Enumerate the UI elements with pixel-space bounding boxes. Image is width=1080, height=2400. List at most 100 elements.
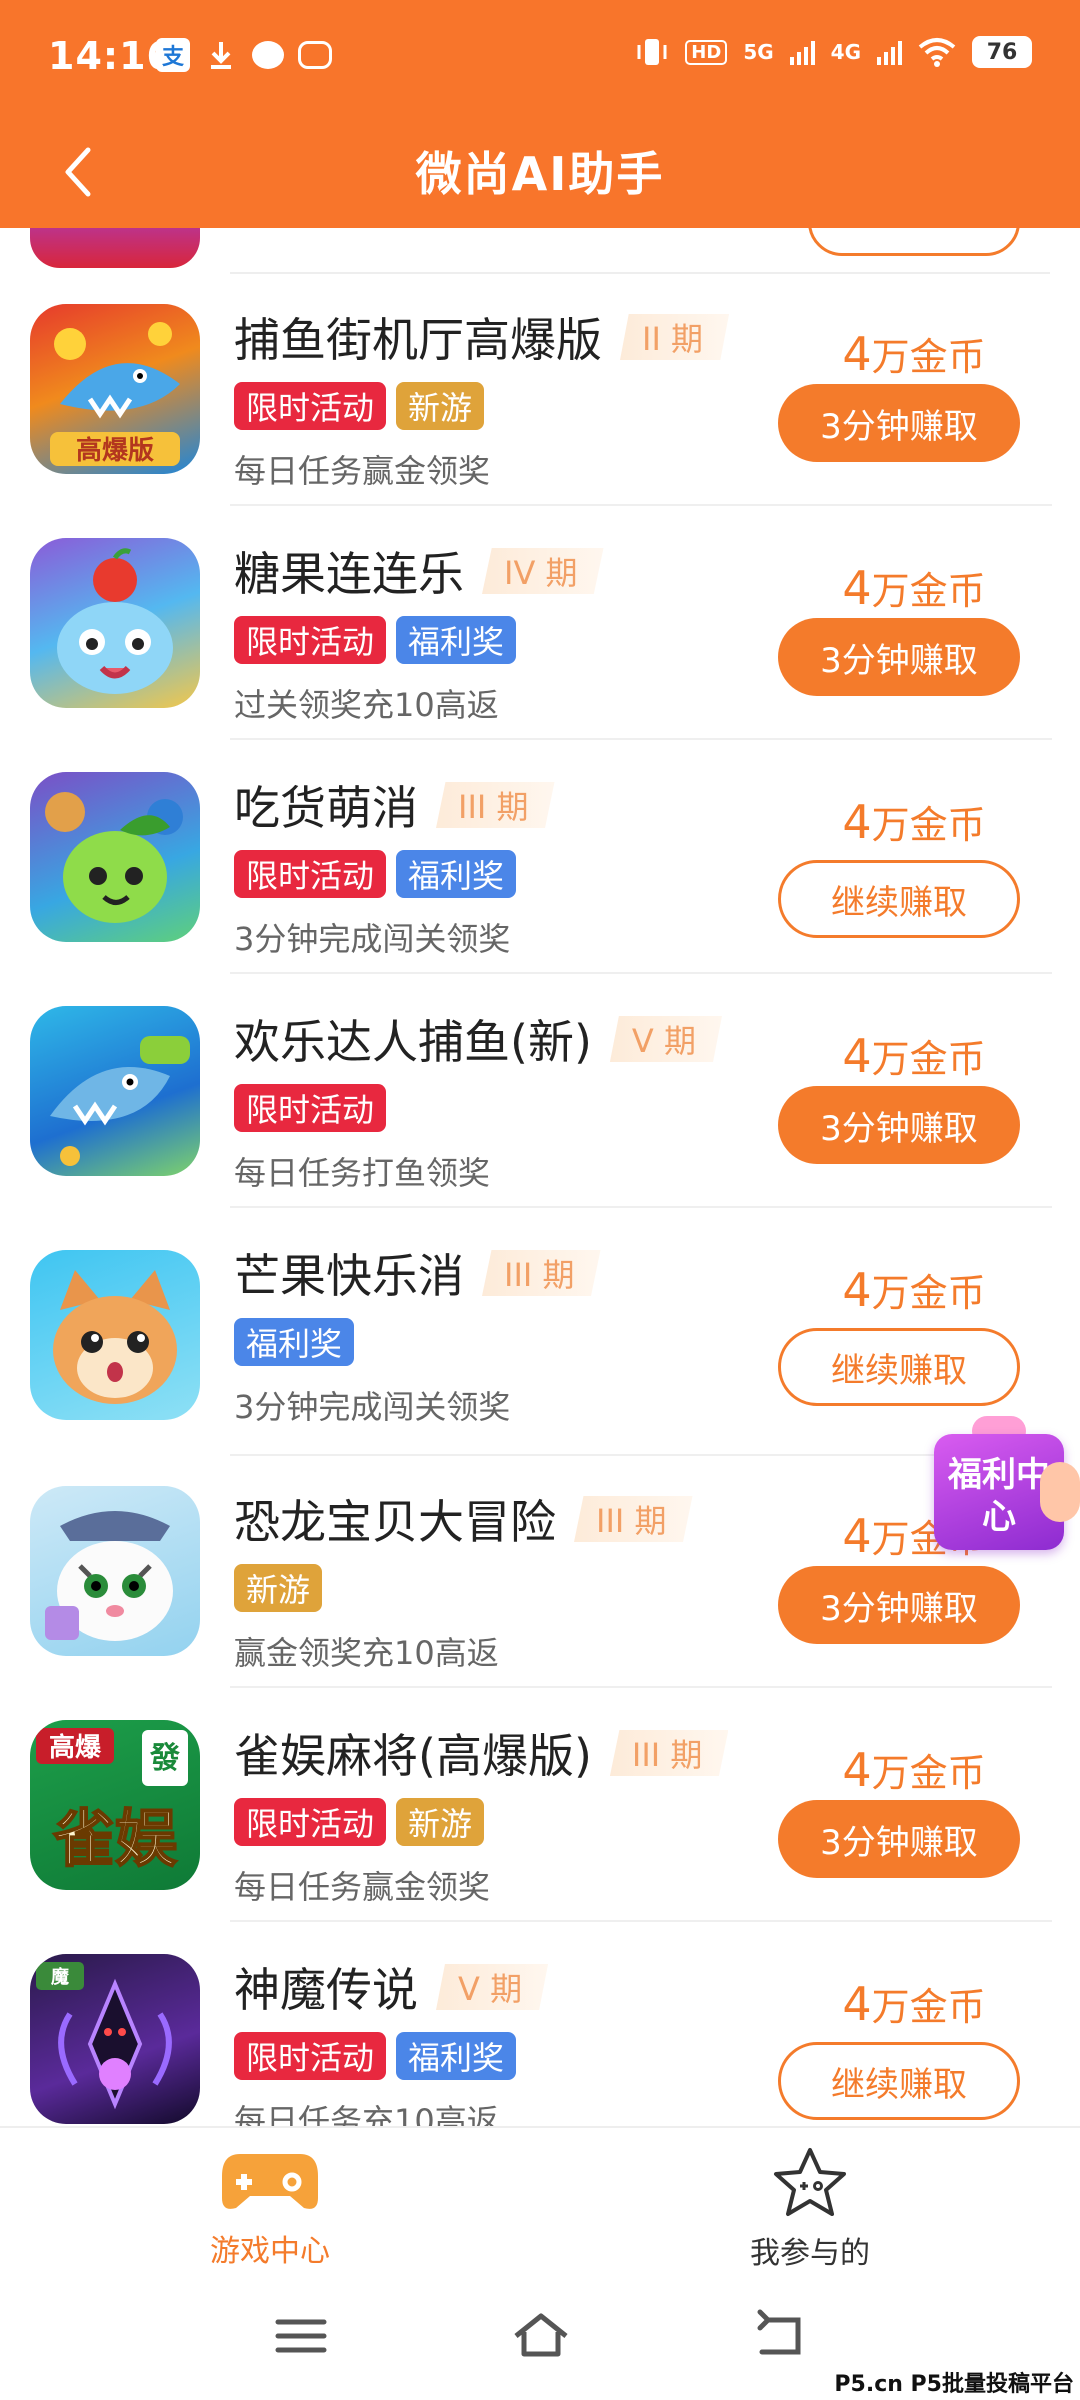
game-desc: 每日任务赢金领奖 — [234, 1868, 491, 1906]
cat-app-icon — [298, 41, 332, 69]
tag-welfare: 福利奖 — [234, 1318, 355, 1366]
tag-row: 限时活动 新游 — [234, 1798, 485, 1846]
fish-logo-text: 高爆版 — [76, 435, 154, 466]
earn-button[interactable]: 3分钟赚取 — [778, 618, 1020, 696]
divider — [230, 1206, 1052, 1208]
continue-earn-button[interactable]: 继续赚取 — [778, 2042, 1020, 2120]
partial-game-icon — [30, 228, 200, 268]
earn-button[interactable]: 3分钟赚取 — [778, 384, 1020, 462]
fishing-arcade-game-icon[interactable]: 高爆版 — [30, 304, 200, 474]
coin-reward: 4万金币 — [808, 1262, 1020, 1317]
signal-icon — [789, 39, 815, 65]
network-5g: 5G — [743, 40, 774, 64]
reward-number: 4 — [842, 327, 872, 381]
welfare-center-float-button[interactable]: 福利中心 — [928, 1414, 1080, 1554]
candy-cat-icon — [57, 548, 173, 694]
game-desc: 每日任务赢金领奖 — [234, 452, 491, 490]
game-item[interactable]: 高爆 發 雀娱 雀娱麻将(高爆版) III 期 限时活动 新游 每日任务赢金领奖… — [0, 1690, 1080, 1922]
divider — [230, 1686, 1052, 1688]
period-badge: III 期 — [482, 1250, 601, 1296]
game-title-row: 糖果连连乐 IV 期 — [234, 538, 604, 604]
tab-label: 游戏中心 — [210, 2234, 330, 2269]
demon-badge-text: 魔 — [51, 1966, 69, 1988]
game-desc: 每日任务充10高返 — [234, 2102, 499, 2126]
tab-game-center[interactable]: 游戏中心 — [140, 2146, 400, 2270]
mahjong-game-icon[interactable]: 高爆 發 雀娱 — [30, 1720, 200, 1890]
reward-unit: 万金币 — [871, 335, 986, 379]
tag-new: 新游 — [396, 382, 485, 430]
game-title-row: 神魔传说 V 期 — [234, 1954, 549, 2020]
divider — [230, 738, 1052, 740]
foodie-match-game-icon[interactable] — [30, 772, 200, 942]
tag-welfare: 福利奖 — [396, 850, 517, 898]
reward-number: 4 — [842, 1743, 872, 1797]
earn-button[interactable]: 3分钟赚取 — [778, 1566, 1020, 1644]
shark-icon: 高爆版 — [50, 322, 180, 466]
reward-unit: 万金币 — [871, 1037, 986, 1081]
reward-unit: 万金币 — [871, 1985, 986, 2029]
tag-row: 限时活动 — [234, 1084, 387, 1132]
coin-reward: 4万金币 — [808, 1028, 1020, 1083]
earn-button[interactable]: 3分钟赚取 — [778, 1800, 1020, 1878]
game-list[interactable]: 高爆版 捕鱼街机厅高爆版 II 期 限时活动 新游 每日任务赢金领奖 4万金币 … — [0, 228, 1080, 2126]
game-name: 捕鱼街机厅高爆版 — [234, 313, 602, 367]
nav-bar: 微尚AI助手 — [0, 116, 1080, 228]
reward-number: 4 — [842, 561, 872, 615]
game-title-row: 捕鱼街机厅高爆版 II 期 — [234, 304, 730, 370]
partial-earn-button[interactable] — [808, 228, 1020, 256]
coin-reward: 4万金币 — [808, 1742, 1020, 1797]
game-item[interactable]: 高爆版 捕鱼街机厅高爆版 II 期 限时活动 新游 每日任务赢金领奖 4万金币 … — [0, 274, 1080, 506]
status-right: HD 5G 4G 76 — [635, 36, 1032, 68]
tag-row: 限时活动 福利奖 — [234, 616, 517, 664]
continue-earn-button[interactable]: 继续赚取 — [778, 860, 1020, 938]
coin-reward: 4万金币 — [808, 794, 1020, 849]
period-badge: IV 期 — [482, 548, 604, 594]
mahjong-top-text: 高爆 — [49, 1732, 102, 1763]
reward-number: 4 — [842, 795, 872, 849]
game-name: 神魔传说 — [234, 1963, 418, 2017]
tag-row: 新游 — [234, 1564, 323, 1612]
notification-icons: 支 — [156, 38, 332, 72]
game-desc: 赢金领奖充10高返 — [234, 1634, 499, 1672]
period-badge: II 期 — [620, 314, 730, 360]
game-item[interactable]: 芒果快乐消 III 期 福利奖 3分钟完成闯关领奖 4万金币 继续赚取 — [0, 1210, 1080, 1456]
menu-nav-button[interactable] — [266, 2306, 336, 2366]
divider — [230, 504, 1052, 506]
game-item[interactable]: 糖果连连乐 IV 期 限时活动 福利奖 过关领奖充10高返 4万金币 3分钟赚取 — [0, 508, 1080, 740]
reward-number: 4 — [842, 1509, 872, 1563]
dinosaur-adventure-game-icon[interactable] — [30, 1486, 200, 1656]
demon-legend-game-icon[interactable]: 魔 — [30, 1954, 200, 2124]
candy-game-icon[interactable] — [30, 538, 200, 708]
earn-button[interactable]: 3分钟赚取 — [778, 1086, 1020, 1164]
mahjong-tile-text: 發 — [149, 1741, 180, 1776]
tab-my-participation[interactable]: 我参与的 — [680, 2146, 940, 2272]
mango-match-game-icon[interactable] — [30, 1250, 200, 1420]
game-name: 雀娱麻将(高爆版) — [234, 1729, 592, 1783]
alipay-icon: 支 — [156, 38, 190, 72]
game-title-row: 芒果快乐消 III 期 — [234, 1240, 601, 1306]
system-nav-bar: P5.cn P5批量投稿平台 — [0, 2280, 1080, 2400]
back-nav-button[interactable] — [746, 2306, 816, 2366]
tag-new: 新游 — [396, 1798, 485, 1846]
happy-fishing-game-icon[interactable] — [30, 1006, 200, 1176]
signal-icon-2 — [877, 39, 902, 65]
game-item[interactable]: 欢乐达人捕鱼(新) V 期 限时活动 每日任务打鱼领奖 4万金币 3分钟赚取 — [0, 976, 1080, 1208]
game-desc: 每日任务打鱼领奖 — [234, 1154, 491, 1192]
continue-earn-button[interactable]: 继续赚取 — [778, 1328, 1020, 1406]
reward-unit: 万金币 — [871, 1751, 986, 1795]
home-nav-button[interactable] — [506, 2306, 576, 2366]
period-badge: III 期 — [436, 782, 555, 828]
game-desc: 3分钟完成闯关领奖 — [234, 920, 511, 958]
reward-number: 4 — [842, 1029, 872, 1083]
game-item[interactable]: 恐龙宝贝大冒险 III 期 新游 赢金领奖充10高返 4万金币 3分钟赚取 — [0, 1456, 1080, 1688]
divider — [230, 972, 1052, 974]
tag-row: 限时活动 福利奖 — [234, 2032, 517, 2080]
download-icon — [204, 38, 238, 72]
star-icon — [774, 2148, 846, 2216]
game-item[interactable]: 吃货萌消 III 期 限时活动 福利奖 3分钟完成闯关领奖 4万金币 继续赚取 — [0, 742, 1080, 974]
game-item[interactable]: 魔 神魔传说 V 期 限时活动 福利奖 每日任务充10高返 4万金币 继续赚取 — [0, 1924, 1080, 2126]
shark-gun-icon — [50, 1036, 190, 1166]
reward-unit: 万金币 — [871, 1271, 986, 1315]
tag-row: 限时活动 新游 — [234, 382, 485, 430]
pointing-hand-icon — [1040, 1462, 1080, 1522]
